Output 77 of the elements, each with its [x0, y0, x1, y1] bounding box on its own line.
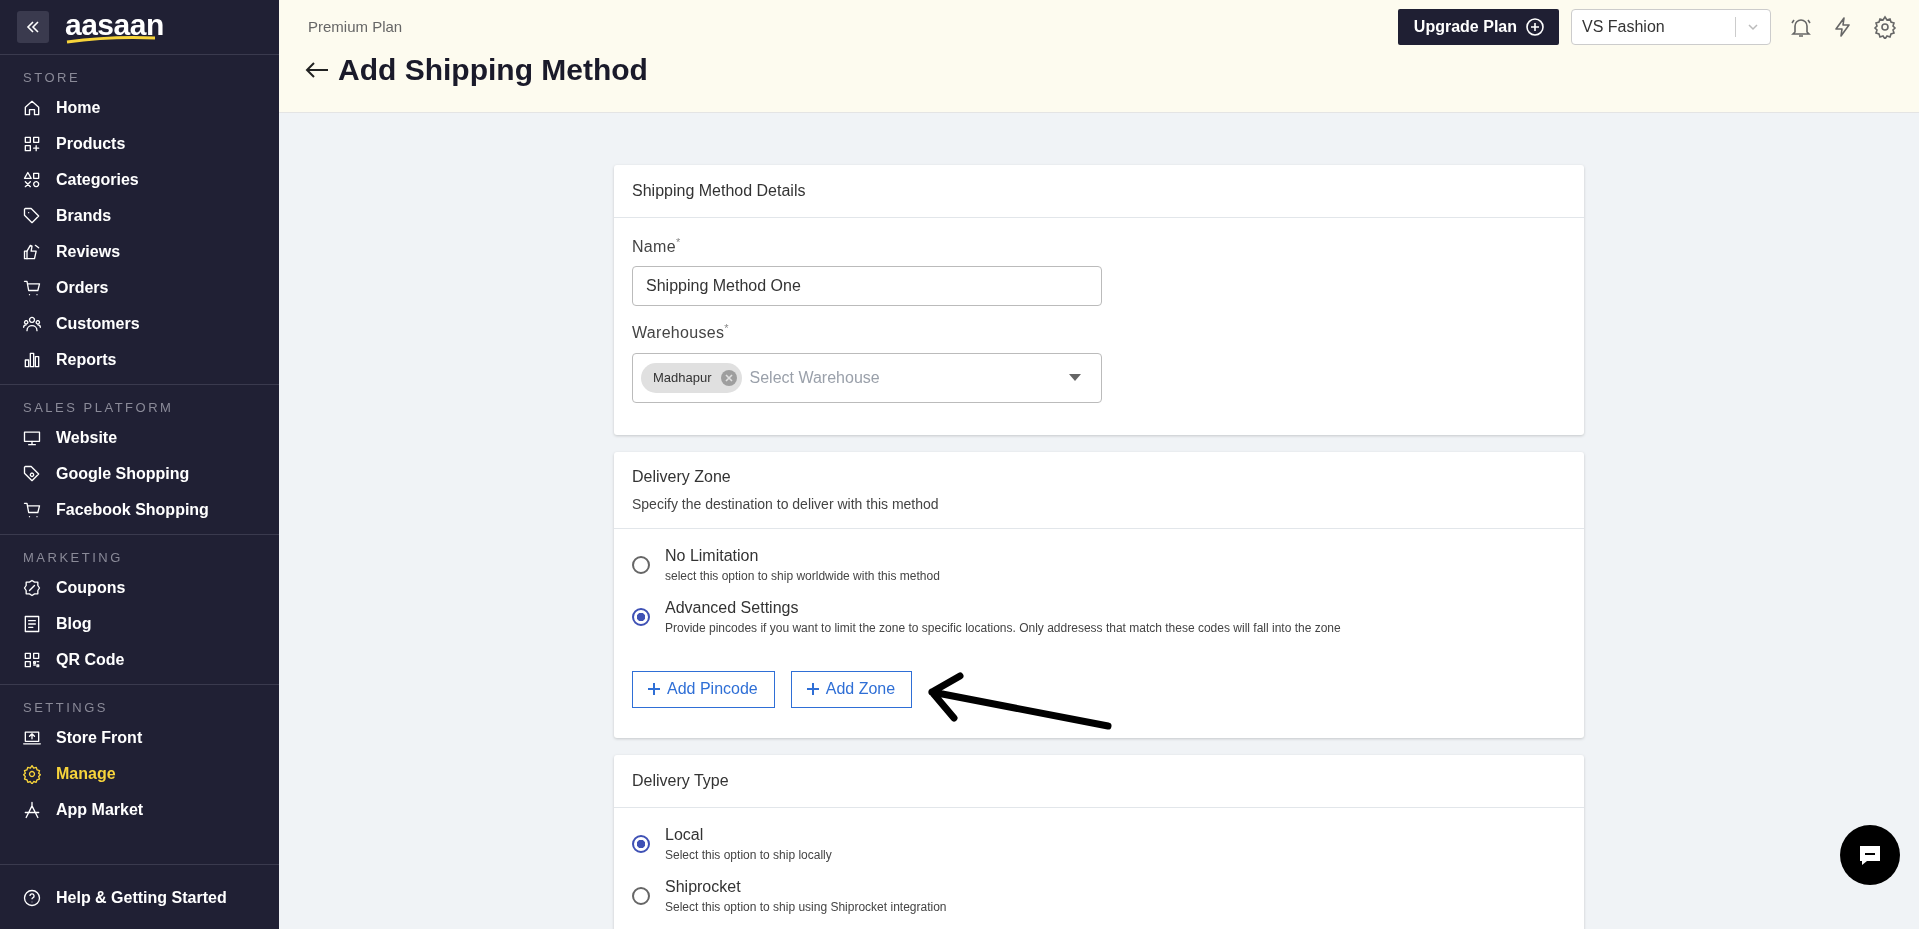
store-select[interactable]: VS Fashion	[1571, 8, 1771, 45]
home-icon	[22, 98, 42, 118]
badge-icon	[22, 578, 42, 598]
settings-icon	[22, 764, 42, 784]
section-heading: SALES PLATFORM	[22, 399, 174, 417]
qr-code-icon	[22, 650, 42, 670]
sidebar-item[interactable]: Home	[0, 90, 279, 126]
plus-circle-icon	[1525, 16, 1545, 37]
tag-icon	[22, 206, 42, 226]
cart-icon	[22, 278, 42, 298]
option-description: select this option to ship worldwide with this method	[665, 568, 940, 583]
shapes-icon	[22, 170, 42, 190]
sidebar-item[interactable]: Help & Getting Started	[0, 880, 279, 916]
name-input-field[interactable]: Shipping Method One	[632, 266, 1102, 307]
chat-icon	[1857, 843, 1883, 867]
card-title: Delivery Zone	[632, 467, 731, 486]
section-heading: STORE	[22, 69, 81, 87]
option-label: No Limitation	[665, 546, 759, 565]
back-arrow-icon[interactable]	[304, 60, 330, 80]
document-icon	[22, 614, 42, 634]
sidebar-item[interactable]: Blog	[0, 606, 279, 642]
users-icon	[22, 314, 42, 334]
cart-icon	[22, 500, 42, 520]
select-placeholder: Select Warehouse	[749, 368, 881, 387]
option-label: Local	[665, 825, 704, 844]
radio-button[interactable]	[632, 886, 650, 905]
double-chevron-icon	[25, 19, 41, 35]
sidebar-item[interactable]: Reviews	[0, 234, 279, 270]
section-heading: MARKETING	[22, 549, 123, 567]
card-subtitle: Specify the destination to deliver with this method	[632, 495, 939, 512]
page-title: Add Shipping Method	[338, 53, 648, 87]
card-title: Shipping Method Details	[632, 182, 806, 200]
thumbs-up-icon	[22, 242, 42, 262]
sidebar-item[interactable]: Orders	[0, 270, 279, 306]
plus-icon	[805, 682, 820, 697]
sidebar-item[interactable]: Categories	[0, 162, 279, 198]
aasaan-logo: aasaan	[65, 10, 164, 44]
sidebar-item[interactable]: Customers	[0, 306, 279, 342]
collapse-button[interactable]	[17, 11, 49, 43]
option-description: Provide pincodes if you want to limit the zone to specific locations. Only addresess that match these codes will fall into the zone	[665, 620, 1341, 635]
upgrade-plan-button[interactable]: Upgrade Plan	[1397, 8, 1559, 45]
sidebar-item[interactable]: Manage	[0, 756, 279, 792]
add-button[interactable]: Add Zone	[790, 670, 913, 708]
sidebar-item[interactable]: Products	[0, 126, 279, 162]
sidebar-item[interactable]: Facebook Shopping	[0, 492, 279, 528]
tag-icon	[22, 464, 42, 484]
radio-button[interactable]	[632, 607, 650, 626]
section-heading: SETTINGS	[22, 699, 108, 717]
settings-icon[interactable]	[1873, 14, 1897, 39]
pen-tool-icon	[22, 800, 42, 820]
option-label: Shiprocket	[665, 877, 741, 896]
sidebar-item[interactable]: App Market	[0, 792, 279, 828]
field-label: Warehouses$^{*}$	[632, 322, 729, 343]
warehouse-chip: Madhapur	[641, 362, 742, 393]
sidebar-item[interactable]: Reports	[0, 342, 279, 378]
chat-button[interactable]	[1840, 825, 1900, 885]
bar-chart-icon	[22, 350, 42, 370]
sidebar-item[interactable]: Store Front	[0, 720, 279, 756]
option-description: Select this option to ship using Shiprocket integration	[665, 899, 947, 914]
sidebar-item[interactable]: Coupons	[0, 570, 279, 606]
sidebar-item[interactable]: QR Code	[0, 642, 279, 678]
add-button[interactable]: Add Pincode	[632, 670, 775, 708]
plus-icon	[647, 682, 661, 697]
sidebar-item[interactable]: Brands	[0, 198, 279, 234]
sidebar-item[interactable]: Website	[0, 420, 279, 456]
warehouse-select-field[interactable]: Madhapur Select Warehouse	[632, 352, 1102, 403]
help-icon	[22, 888, 42, 908]
grid-icon	[22, 134, 42, 154]
sidebar-item[interactable]: Google Shopping	[0, 456, 279, 492]
radio-button[interactable]	[632, 555, 650, 574]
card-title: Delivery Type	[632, 771, 729, 790]
plan-label: Premium Plan	[308, 18, 403, 35]
caret-icon	[1069, 374, 1081, 382]
option-label: Advanced Settings	[665, 598, 799, 617]
field-label: Name$^{*}$	[632, 236, 681, 257]
radio-button[interactable]	[632, 834, 650, 853]
option-description: Select this option to ship locally	[665, 847, 832, 862]
